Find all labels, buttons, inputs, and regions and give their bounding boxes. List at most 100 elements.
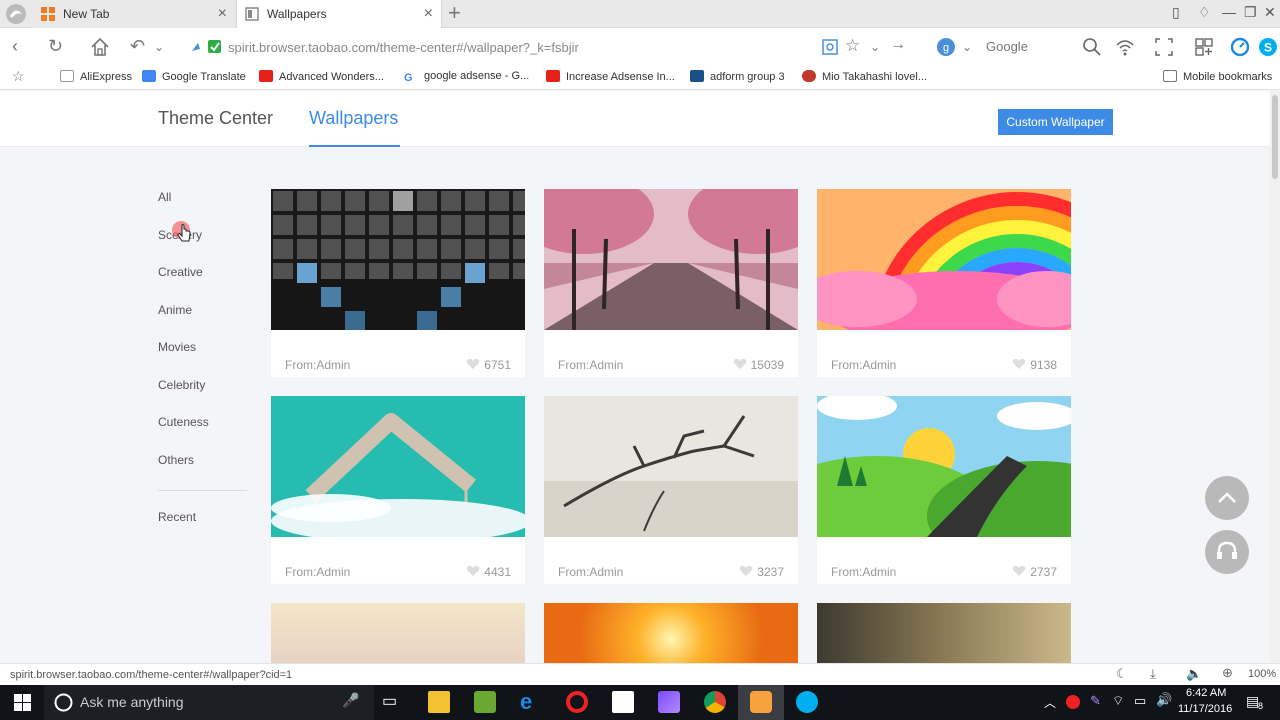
category-cuteness[interactable]: Cuteness [158, 415, 209, 429]
wallpaper-thumbnail[interactable] [271, 603, 525, 663]
wallpaper-thumbnail[interactable] [544, 189, 798, 330]
download-icon[interactable]: ⤓ [1150, 666, 1156, 682]
store-icon[interactable] [612, 691, 634, 713]
zoom-level[interactable]: 100% [1248, 668, 1276, 680]
opera-tray-icon[interactable] [1066, 695, 1080, 709]
back-to-top-button[interactable] [1205, 476, 1249, 520]
bookmark-item[interactable]: Mio Takahashi lovel... [802, 70, 927, 83]
bookmarks-star-icon[interactable]: ☆ [12, 68, 25, 85]
skype-taskbar-icon[interactable] [796, 691, 818, 713]
wallpaper-thumbnail[interactable] [817, 603, 1071, 663]
bluestacks-icon[interactable] [474, 691, 496, 713]
category-creative[interactable]: Creative [158, 265, 203, 279]
reload-icon[interactable]: ↻ [48, 36, 63, 57]
wallpaper-thumbnail[interactable] [544, 396, 798, 537]
skype-icon[interactable]: S [1258, 37, 1278, 57]
tray-expand-icon[interactable]: ︿ [1044, 694, 1056, 711]
bookmark-item[interactable]: Increase Adsense In... [546, 70, 675, 83]
wallpaper-likes[interactable]: 9138 [1012, 358, 1057, 372]
night-mode-icon[interactable]: ☾ [1116, 666, 1128, 682]
category-movies[interactable]: Movies [158, 340, 196, 354]
wifi-share-icon[interactable] [1115, 37, 1135, 57]
home-icon[interactable] [90, 37, 110, 57]
battery-icon[interactable]: ▭ [1134, 693, 1146, 709]
volume-icon[interactable]: 🔊 [1156, 692, 1172, 708]
bookmark-dropdown-icon[interactable]: ⌄ [870, 40, 880, 54]
undo-dropdown-icon[interactable]: ⌄ [154, 40, 164, 54]
wallpaper-thumbnail[interactable] [817, 189, 1071, 330]
bookmark-item[interactable]: adform group 3 [690, 70, 785, 83]
extensions-icon[interactable] [1194, 37, 1214, 57]
bookmark-item[interactable]: AliExpress [60, 70, 132, 83]
wallpaper-card[interactable] [271, 603, 525, 663]
category-celebrity[interactable]: Celebrity [158, 378, 205, 392]
restore-icon[interactable]: ❐ [1244, 4, 1257, 21]
microphone-icon[interactable]: 🎤 [342, 692, 359, 709]
reader-mode-icon[interactable] [820, 37, 840, 57]
file-explorer-icon[interactable] [428, 691, 450, 713]
go-forward-icon[interactable]: → [890, 36, 906, 54]
wallpaper-card[interactable]: From:Admin 2737 [817, 396, 1071, 584]
page-scrollbar[interactable] [1270, 91, 1280, 663]
wallpaper-card[interactable]: From:Admin 9138 [817, 189, 1071, 377]
opera-icon[interactable] [566, 691, 588, 713]
wallpaper-thumbnail[interactable] [271, 189, 525, 330]
tab-wallpapers[interactable]: Wallpapers × [236, 0, 442, 28]
wallpaper-card[interactable]: From:Admin 3237 [544, 396, 798, 584]
uc-browser-logo-icon[interactable] [4, 2, 28, 26]
wallpaper-likes[interactable]: 15039 [733, 358, 784, 372]
back-icon[interactable]: ‹ [12, 36, 18, 57]
close-window-icon[interactable]: ✕ [1264, 4, 1276, 21]
category-all[interactable]: All [158, 190, 171, 204]
chrome-icon[interactable] [704, 691, 726, 713]
speed-dial-icon[interactable] [1230, 37, 1250, 57]
category-recent[interactable]: Recent [158, 510, 196, 524]
windows-start-icon[interactable] [14, 694, 31, 711]
wallpaper-thumbnail[interactable] [271, 396, 525, 537]
customer-service-button[interactable] [1205, 530, 1249, 574]
tab-new-tab[interactable]: New Tab × [33, 0, 235, 28]
cortana-search-box[interactable]: Ask me anything 🎤 [44, 685, 374, 720]
skin-icon[interactable]: ♢ [1198, 4, 1211, 21]
wallpaper-card[interactable] [544, 603, 798, 663]
screenshot-icon[interactable] [1154, 37, 1174, 57]
search-engine-dropdown-icon[interactable]: ⌄ [962, 40, 972, 54]
wallpaper-likes[interactable]: 4431 [466, 565, 511, 579]
network-icon[interactable]: ⌔ [1112, 693, 1124, 709]
wallpaper-card[interactable]: From:Admin 15039 [544, 189, 798, 377]
clock-time[interactable]: 6:42 AM [1186, 687, 1226, 699]
wallpaper-card[interactable] [817, 603, 1071, 663]
search-icon[interactable] [1082, 37, 1102, 57]
visual-studio-icon[interactable] [658, 691, 680, 713]
wallpaper-likes[interactable]: 6751 [466, 358, 511, 372]
category-anime[interactable]: Anime [158, 303, 192, 317]
new-tab-button[interactable]: + [448, 0, 461, 26]
clock-date[interactable]: 11/17/2016 [1178, 703, 1232, 715]
sound-icon[interactable]: 🔈 [1186, 666, 1202, 682]
wallpaper-likes[interactable]: 2737 [1012, 565, 1057, 579]
theme-center-link[interactable]: Theme Center [158, 108, 273, 129]
task-view-icon[interactable]: ▭ [382, 691, 404, 713]
wallpaper-thumbnail[interactable] [544, 603, 798, 663]
scrollbar-thumb[interactable] [1272, 95, 1278, 179]
wallpaper-likes[interactable]: 3237 [739, 565, 784, 579]
url-input[interactable]: spirit.browser.taobao.com/theme-center#/… [228, 40, 579, 55]
google-search-engine-icon[interactable]: g [936, 37, 956, 57]
uc-browser-taskbar-item[interactable] [738, 685, 784, 720]
sidebar-toggle-icon[interactable]: ▯ [1172, 4, 1180, 21]
wallpaper-card[interactable]: From:Admin 4431 [271, 396, 525, 584]
undo-icon[interactable]: ↶ [130, 36, 145, 57]
tab-close-icon[interactable]: × [218, 0, 227, 28]
bookmark-item[interactable]: Google Translate [142, 70, 246, 83]
tab-wallpapers-page[interactable]: Wallpapers [309, 108, 398, 129]
tab-close-icon[interactable]: × [424, 0, 433, 28]
bookmark-item[interactable]: Advanced Wonders... [259, 70, 384, 83]
minimize-icon[interactable]: — [1222, 4, 1236, 20]
wallpaper-card[interactable]: From:Admin 6751 [271, 189, 525, 377]
mobile-bookmarks[interactable]: Mobile bookmarks [1163, 70, 1272, 83]
search-input[interactable]: Google [986, 39, 1028, 54]
wallpaper-thumbnail[interactable] [817, 396, 1071, 537]
edge-icon[interactable]: e [520, 691, 542, 713]
bookmark-item[interactable]: Ggoogle adsense - G... [404, 70, 529, 84]
custom-wallpaper-button[interactable]: Custom Wallpaper [998, 109, 1113, 135]
